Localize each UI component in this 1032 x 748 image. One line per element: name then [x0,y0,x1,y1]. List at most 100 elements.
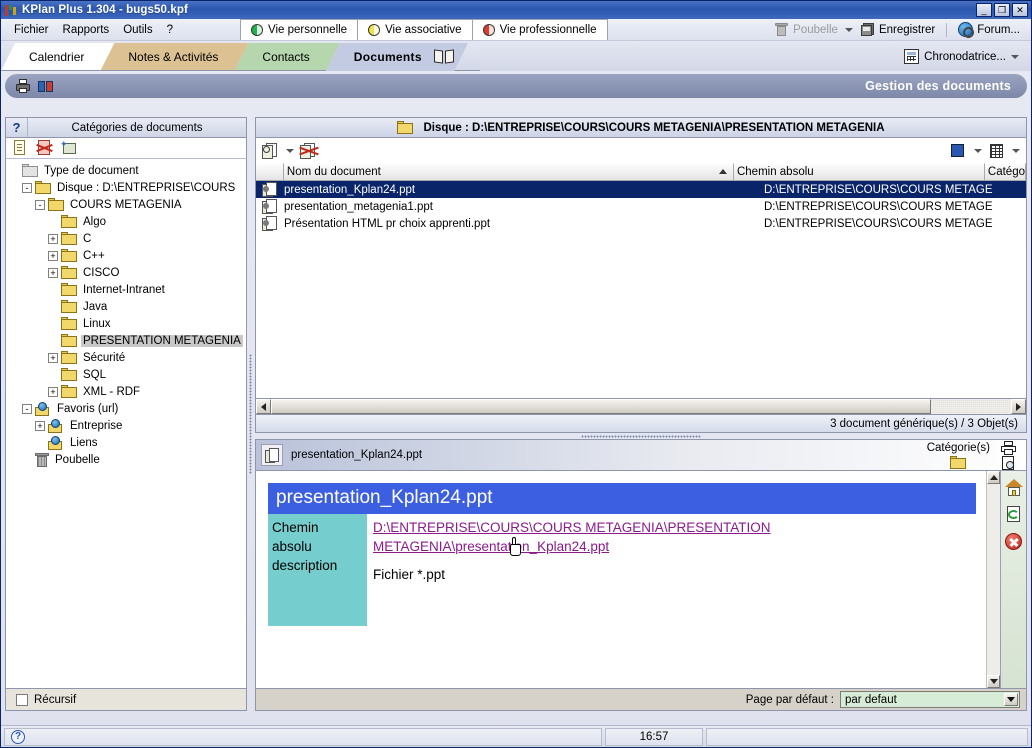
print-icon[interactable] [1000,440,1018,455]
tree-item-label: CISCO [83,266,120,279]
tree-item[interactable]: - Favoris (url) [9,400,246,417]
remove-document-icon[interactable] [299,142,319,159]
tree-item[interactable]: Linux [9,315,246,332]
add-image-icon[interactable]: ✦ [60,140,77,156]
page-default-dropdown-arrow-icon[interactable] [1004,693,1018,706]
tree-expander[interactable]: - [22,182,32,193]
preview-vscrollbar[interactable] [986,471,1000,688]
restore-button[interactable]: ❐ [994,3,1010,17]
help-icon[interactable]: ? [6,118,28,137]
recursive-checkbox[interactable] [16,693,28,706]
tree-item[interactable]: Java [9,298,246,315]
close-preview-icon[interactable] [1005,533,1022,550]
tree-item[interactable]: Poubelle [9,451,246,468]
tree-item-label: Entreprise [70,419,123,432]
tab-vie-associative[interactable]: Vie associative [357,19,473,40]
path-link-line2[interactable]: METAGENIA\presentation_Kplan24.ppt [373,537,953,556]
menu-rapports[interactable]: Rapports [56,22,117,38]
categories-tree[interactable]: Type de document - Disque : D:\ENTREPRISE\… [5,159,247,689]
tab-calendrier[interactable]: Calendrier [1,43,114,71]
printer-icon[interactable] [15,78,31,94]
tree-item[interactable]: + CISCO [9,264,246,281]
poubelle-button[interactable]: Poubelle [769,21,843,38]
preview-category-folder-icon[interactable] [950,455,967,469]
document-list[interactable]: presentation_Kplan24.ppt D:\ENTREPRISE\CO… [255,181,1027,398]
vertical-splitter[interactable] [247,117,255,711]
home-icon[interactable] [1004,479,1023,496]
tree-expander[interactable]: + [48,233,58,244]
tree-item-label: PRESENTATION METAGENIA [81,334,243,347]
recursive-option[interactable]: Récursif [5,689,247,711]
tree-item[interactable]: Type de document [9,162,246,179]
dual-view-icon[interactable] [38,79,54,94]
tree-expander[interactable]: + [48,250,58,261]
tree-expander[interactable]: + [48,267,58,278]
chronodatrice-dropdown-arrow-icon[interactable] [1011,54,1019,59]
new-document-dropdown-arrow-icon[interactable] [286,148,294,153]
hscroll-left-button[interactable] [256,399,271,414]
path-link-line1[interactable]: D:\ENTREPRISE\COURS\COURS METAGENIA\PRES… [373,518,953,537]
refresh-icon[interactable] [1005,506,1023,523]
tree-item[interactable]: Internet-Intranet [9,281,246,298]
new-document-icon[interactable] [12,140,29,156]
minimize-button[interactable]: _ [976,3,992,17]
tree-item[interactable]: SQL [9,366,246,383]
poubelle-dropdown-arrow-icon[interactable] [844,27,853,32]
tree-expander[interactable]: + [48,352,58,363]
view-mode-icon[interactable] [988,143,1006,159]
tree-expander[interactable]: + [48,386,58,397]
tree-item[interactable]: Algo [9,213,246,230]
tree-item[interactable]: + Sécurité [9,349,246,366]
tree-item-label: COURS METAGENIA [70,198,182,211]
tree-item-label: Liens [70,436,98,449]
enregistrer-button[interactable]: Enregistrer [855,21,940,38]
column-header-nom[interactable]: Nom du document [283,163,734,181]
column-header-chemin[interactable]: Chemin absolu [733,163,985,181]
export-dropdown-arrow-icon[interactable] [974,148,982,153]
field-label-absolu: absolu [272,539,312,554]
tree-item[interactable]: Liens [9,434,246,451]
menu-help[interactable]: ? [160,22,180,38]
close-button[interactable]: ✕ [1012,3,1028,17]
view-mode-dropdown-arrow-icon[interactable] [1012,148,1020,153]
document-list-hscrollbar[interactable] [255,398,1027,415]
export-icon[interactable] [950,143,968,159]
tree-item[interactable]: + XML - RDF [9,383,246,400]
hscroll-thumb[interactable] [271,399,931,414]
preview-scroll-track[interactable] [987,484,1000,675]
tree-expander[interactable]: - [22,403,32,414]
tree-item[interactable]: - COURS METAGENIA [9,196,246,213]
document-row[interactable]: presentation_Kplan24.ppt D:\ENTREPRISE\CO… [256,181,1026,198]
menu-fichier[interactable]: Fichier [7,22,56,38]
preview-scroll-down-button[interactable] [987,675,1000,688]
new-document-link-icon[interactable] [262,142,280,159]
document-row[interactable]: Présentation HTML pr choix apprenti.ppt D… [256,215,1026,232]
tab-vie-personnelle[interactable]: Vie personnelle [240,19,359,40]
tree-expander[interactable]: + [35,420,45,431]
document-row[interactable]: presentation_metagenia1.ppt D:\ENTREPRISE… [256,198,1026,215]
tree-item-label: C++ [83,249,105,262]
toolbar-right: Poubelle Enregistrer Forum... [769,21,1031,38]
tree-item[interactable]: + C++ [9,247,246,264]
tab-documents[interactable]: Documents [326,43,468,71]
delete-document-icon[interactable] [36,140,53,156]
forum-button[interactable]: Forum... [953,21,1025,38]
tab-notes-activites[interactable]: Notes & Activités [100,43,248,71]
preview-categories: Catégorie(s) [927,442,996,469]
status-help-icon[interactable]: ? [11,729,25,744]
tree-expander[interactable]: - [35,199,45,210]
tree-item[interactable]: PRESENTATION METAGENIA [9,332,246,349]
tree-item[interactable]: + C [9,230,246,247]
menu-outils[interactable]: Outils [116,22,159,38]
tree-item[interactable]: - Disque : D:\ENTREPRISE\COURS [9,179,246,196]
print-preview-icon[interactable] [1000,455,1018,470]
hscroll-track[interactable] [931,399,1011,414]
hscroll-right-button[interactable] [1011,399,1026,414]
chronodatrice-button[interactable]: Chronodatrice... [904,49,1031,71]
tree-item[interactable]: + Entreprise [9,417,246,434]
column-header-categorie[interactable]: Catégo [984,163,1026,181]
preview-scroll-up-button[interactable] [987,471,1000,484]
page-default-select[interactable]: par defaut [840,691,1020,708]
tab-contacts[interactable]: Contacts [234,43,339,71]
tab-vie-professionnelle[interactable]: Vie professionnelle [471,19,608,40]
